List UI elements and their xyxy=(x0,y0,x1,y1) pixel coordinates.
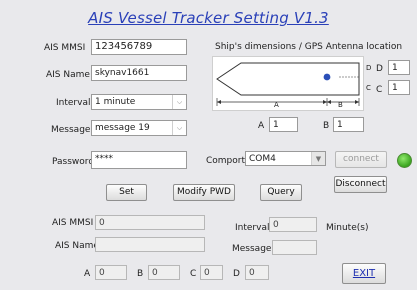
interval-select[interactable]: 1 minute ⌵ xyxy=(91,94,187,110)
diagram-label-b: B xyxy=(338,101,343,109)
exit-label: EXIT xyxy=(352,268,376,279)
readout-interval-field: 0 xyxy=(269,217,317,232)
readout-c-field: 0 xyxy=(200,265,223,280)
d-label: D xyxy=(376,64,383,74)
comport-label: Comport xyxy=(206,156,246,166)
message-value: message 19 xyxy=(95,123,150,133)
a-input[interactable]: 1 xyxy=(269,117,298,132)
readout-a-label: A xyxy=(84,269,91,279)
readout-c-label: C xyxy=(190,269,197,279)
password-label: Password xyxy=(52,157,95,167)
message-label: Message xyxy=(51,125,91,135)
diagram-label-c: C xyxy=(366,84,371,92)
b-label: B xyxy=(323,121,330,131)
readout-a-field: 0 xyxy=(95,265,127,280)
readout-d-label: D xyxy=(233,269,240,279)
exit-button[interactable]: EXIT xyxy=(342,263,386,284)
readout-name-label: AIS Name xyxy=(55,241,99,251)
diagram-label-a: A xyxy=(274,101,279,109)
gps-antenna-marker xyxy=(323,73,331,81)
mmsi-input[interactable]: 123456789 xyxy=(91,39,187,55)
readout-message-label: Message xyxy=(232,244,272,254)
chevron-down-icon[interactable]: ⌵ xyxy=(172,95,186,109)
readout-interval-label: Interval xyxy=(235,223,270,233)
readout-b-label: B xyxy=(137,269,144,279)
connection-status-indicator xyxy=(397,153,412,168)
connect-button[interactable]: connect xyxy=(335,151,387,168)
set-button[interactable]: Set xyxy=(106,184,147,201)
readout-b-field: 0 xyxy=(148,265,180,280)
password-input[interactable]: **** xyxy=(91,151,187,169)
dropdown-arrow-icon[interactable]: ▼ xyxy=(311,152,325,165)
name-input[interactable]: skynav1661 xyxy=(91,65,187,81)
readout-interval-unit: Minute(s) xyxy=(326,223,369,233)
diagram-label-d: D xyxy=(366,64,372,72)
c-input[interactable]: 1 xyxy=(388,80,410,95)
chevron-down-icon[interactable]: ⌵ xyxy=(172,121,186,135)
readout-message-field xyxy=(272,240,317,255)
disconnect-button[interactable]: Disconnect xyxy=(334,176,387,193)
readout-mmsi-label: AIS MMSI xyxy=(52,218,94,228)
readout-name-field xyxy=(95,237,205,252)
modify-pwd-button[interactable]: Modify PWD xyxy=(173,184,235,201)
mmsi-label: AIS MMSI xyxy=(44,43,86,53)
d-input[interactable]: 1 xyxy=(388,60,410,75)
b-input[interactable]: 1 xyxy=(333,117,364,132)
comport-select[interactable]: COM4 ▼ xyxy=(245,151,326,166)
readout-d-field: 0 xyxy=(245,265,269,280)
readout-mmsi-field: 0 xyxy=(95,215,205,230)
name-label: AIS Name xyxy=(46,70,90,80)
dimensions-title: Ship's dimensions / GPS Antenna location xyxy=(215,42,403,52)
interval-value: 1 minute xyxy=(95,97,136,107)
a-label: A xyxy=(258,121,265,131)
window-title: AIS Vessel Tracker Setting V1.3 xyxy=(88,9,329,27)
c-label: C xyxy=(376,85,383,95)
message-select[interactable]: message 19 ⌵ xyxy=(91,120,187,136)
comport-value: COM4 xyxy=(249,154,276,164)
query-button[interactable]: Query xyxy=(260,184,302,201)
interval-label: Interval xyxy=(56,98,91,108)
